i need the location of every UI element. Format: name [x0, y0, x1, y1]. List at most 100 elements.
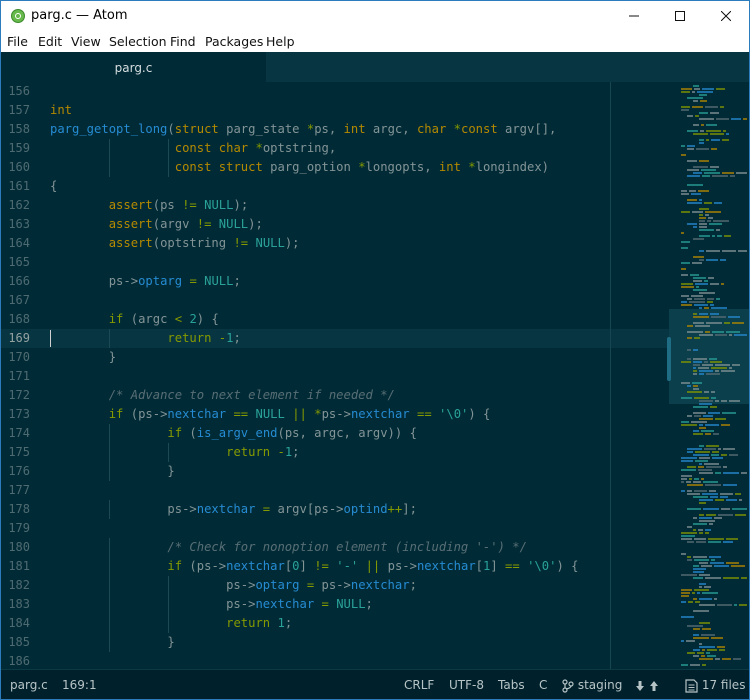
code-line[interactable]: 183 ps->nextchar = NULL;: [1, 595, 669, 614]
code-text[interactable]: {: [50, 177, 57, 196]
line-number[interactable]: 160: [1, 158, 30, 177]
menu-help[interactable]: Help: [266, 34, 295, 49]
code-line[interactable]: 171: [1, 367, 669, 386]
line-number[interactable]: 165: [1, 253, 30, 272]
code-text[interactable]: if (argc < 2) {: [50, 310, 219, 329]
line-number[interactable]: 181: [1, 557, 30, 576]
code-line[interactable]: 178 ps->nextchar = argv[ps->optind++];: [1, 500, 669, 519]
code-line[interactable]: 167: [1, 291, 669, 310]
line-number[interactable]: 173: [1, 405, 30, 424]
code-line[interactable]: 158 parg_getopt_long(struct parg_state *p…: [1, 120, 669, 139]
code-text[interactable]: const struct parg_option *longopts, int …: [50, 158, 549, 177]
line-number[interactable]: 156: [1, 82, 30, 101]
line-number[interactable]: 171: [1, 367, 30, 386]
line-number[interactable]: 175: [1, 443, 30, 462]
code-text[interactable]: return 1;: [50, 614, 292, 633]
code-text[interactable]: assert(ps != NULL);: [50, 196, 248, 215]
code-line[interactable]: 175 return -1;: [1, 443, 669, 462]
menu-file[interactable]: File: [7, 34, 28, 49]
status-fetch-buttons[interactable]: [635, 678, 659, 692]
code-line[interactable]: 182 ps->optarg = ps->nextchar;: [1, 576, 669, 595]
code-text[interactable]: assert(optstring != NULL);: [50, 234, 300, 253]
code-line[interactable]: 174 if (is_argv_end(ps, argc, argv)) {: [1, 424, 669, 443]
code-text[interactable]: return -1;: [50, 329, 240, 348]
code-text[interactable]: /* Check for nonoption element (includin…: [50, 538, 527, 557]
code-line[interactable]: 166 ps->optarg = NULL;: [1, 272, 669, 291]
status-cursor-position[interactable]: 169:1: [62, 678, 97, 692]
code-text[interactable]: assert(argv != NULL);: [50, 215, 263, 234]
code-text[interactable]: parg_getopt_long(struct parg_state *ps, …: [50, 120, 556, 139]
code-text[interactable]: }: [50, 462, 174, 481]
code-line[interactable]: 168 if (argc < 2) {: [1, 310, 669, 329]
code-text[interactable]: int: [50, 101, 72, 120]
code-line[interactable]: 180 /* Check for nonoption element (incl…: [1, 538, 669, 557]
line-number[interactable]: 166: [1, 272, 30, 291]
code-text[interactable]: }: [50, 348, 116, 367]
line-number[interactable]: 180: [1, 538, 30, 557]
code-editor[interactable]: 156 157 int 158 parg_getopt_long(struct parg…: [1, 82, 669, 669]
line-number[interactable]: 185: [1, 633, 30, 652]
status-grammar[interactable]: C: [539, 678, 547, 692]
line-number[interactable]: 177: [1, 481, 30, 500]
line-number[interactable]: 162: [1, 196, 30, 215]
code-text[interactable]: }: [50, 633, 174, 652]
menu-find[interactable]: Find: [170, 34, 196, 49]
code-line[interactable]: 162 assert(ps != NULL);: [1, 196, 669, 215]
line-number[interactable]: 164: [1, 234, 30, 253]
minimap[interactable]: [669, 82, 749, 669]
line-number[interactable]: 182: [1, 576, 30, 595]
menu-packages[interactable]: Packages: [205, 34, 263, 49]
code-line[interactable]: 163 assert(argv != NULL);: [1, 215, 669, 234]
code-line[interactable]: 169 return -1;: [1, 329, 669, 348]
code-line[interactable]: 160 const struct parg_option *longopts, …: [1, 158, 669, 177]
line-number[interactable]: 178: [1, 500, 30, 519]
maximize-button[interactable]: [657, 1, 703, 31]
code-line[interactable]: 173 if (ps->nextchar == NULL || *ps->nex…: [1, 405, 669, 424]
line-number[interactable]: 168: [1, 310, 30, 329]
line-number[interactable]: 170: [1, 348, 30, 367]
line-number[interactable]: 183: [1, 595, 30, 614]
code-text[interactable]: const char *optstring,: [50, 139, 336, 158]
code-text[interactable]: /* Advance to next element if needed */: [50, 386, 395, 405]
status-line-ending[interactable]: CRLF: [404, 678, 434, 692]
code-line[interactable]: 184 return 1;: [1, 614, 669, 633]
menu-view[interactable]: View: [71, 34, 101, 49]
line-number[interactable]: 158: [1, 120, 30, 139]
code-line[interactable]: 181 if (ps->nextchar[0] != '-' || ps->ne…: [1, 557, 669, 576]
status-encoding[interactable]: UTF-8: [449, 678, 484, 692]
code-text[interactable]: ps->nextchar = NULL;: [50, 595, 373, 614]
status-indent[interactable]: Tabs: [498, 678, 525, 692]
code-text[interactable]: ps->nextchar = argv[ps->optind++];: [50, 500, 417, 519]
status-changed-files[interactable]: 17 files: [685, 678, 745, 693]
code-line[interactable]: 185 }: [1, 633, 669, 652]
editor-scrollbar-thumb[interactable]: [667, 337, 671, 381]
code-text[interactable]: ps->optarg = NULL;: [50, 272, 241, 291]
line-number[interactable]: 169: [1, 329, 30, 348]
code-line[interactable]: 164 assert(optstring != NULL);: [1, 234, 669, 253]
line-number[interactable]: 179: [1, 519, 30, 538]
menu-edit[interactable]: Edit: [38, 34, 62, 49]
code-line[interactable]: 165: [1, 253, 669, 272]
code-line[interactable]: 177: [1, 481, 669, 500]
code-line[interactable]: 157 int: [1, 101, 669, 120]
close-button[interactable]: [703, 1, 749, 31]
code-line[interactable]: 179: [1, 519, 669, 538]
minimize-button[interactable]: [611, 1, 657, 31]
code-line[interactable]: 186: [1, 652, 669, 669]
code-line[interactable]: 172 /* Advance to next element if needed…: [1, 386, 669, 405]
code-line[interactable]: 159 const char *optstring,: [1, 139, 669, 158]
status-file-name[interactable]: parg.c: [10, 678, 48, 692]
status-git-branch[interactable]: staging: [562, 678, 622, 693]
code-line[interactable]: 176 }: [1, 462, 669, 481]
code-line[interactable]: 161 {: [1, 177, 669, 196]
line-number[interactable]: 172: [1, 386, 30, 405]
line-number[interactable]: 186: [1, 652, 30, 669]
menu-selection[interactable]: Selection: [109, 34, 167, 49]
code-text[interactable]: if (ps->nextchar == NULL || *ps->nextcha…: [50, 405, 491, 424]
line-number[interactable]: 161: [1, 177, 30, 196]
code-text[interactable]: ps->optarg = ps->nextchar;: [50, 576, 417, 595]
line-number[interactable]: 184: [1, 614, 30, 633]
line-number[interactable]: 176: [1, 462, 30, 481]
code-text[interactable]: if (ps->nextchar[0] != '-' || ps->nextch…: [50, 557, 578, 576]
line-number[interactable]: 159: [1, 139, 30, 158]
